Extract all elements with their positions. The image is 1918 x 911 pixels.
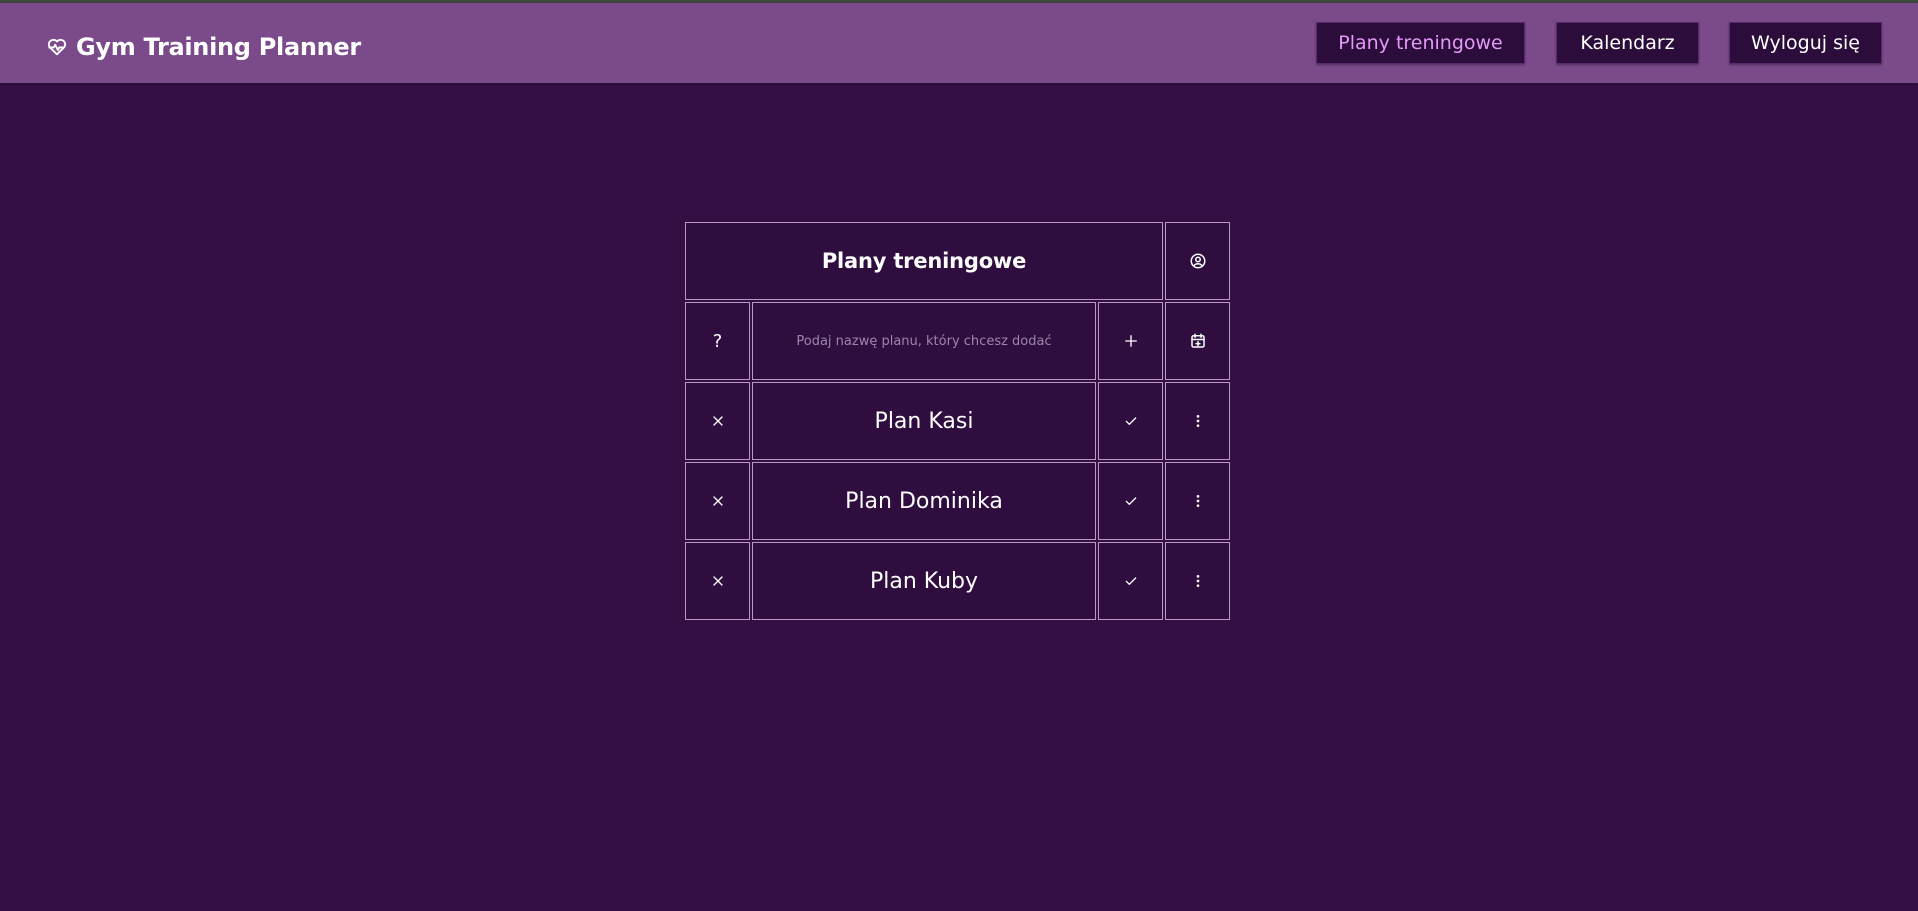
select-plan-button[interactable]	[1098, 382, 1163, 460]
delete-plan-button[interactable]	[685, 382, 750, 460]
more-vertical-icon	[1196, 495, 1199, 507]
check-icon	[1125, 497, 1136, 505]
select-plan-button[interactable]	[1098, 462, 1163, 540]
plan-name[interactable]: Plan Kasi	[752, 382, 1096, 460]
calendar-add-button[interactable]	[1165, 302, 1230, 380]
check-icon	[1125, 417, 1136, 425]
nav-plans-button[interactable]: Plany treningowe	[1316, 22, 1525, 64]
close-icon	[712, 576, 723, 586]
nav-logout-button[interactable]: Wyloguj się	[1729, 22, 1882, 64]
plan-menu-button[interactable]	[1165, 542, 1230, 620]
brand[interactable]: Gym Training Planner	[46, 33, 361, 61]
nav-calendar-button[interactable]: Kalendarz	[1556, 22, 1699, 64]
add-plan-button[interactable]	[1098, 302, 1163, 380]
user-circle-icon	[1190, 253, 1205, 269]
more-vertical-icon	[1196, 575, 1199, 587]
plans-grid: Plany treningowe ? Plan Kasi Plan Domini	[685, 222, 1231, 620]
check-icon	[1125, 577, 1136, 585]
more-vertical-icon	[1196, 415, 1199, 427]
plan-name[interactable]: Plan Dominika	[752, 462, 1096, 540]
app-title: Gym Training Planner	[76, 33, 361, 61]
delete-plan-button[interactable]	[685, 462, 750, 540]
close-icon	[712, 416, 723, 426]
plus-icon	[1124, 335, 1137, 347]
navbar: Gym Training Planner Plany treningowe Ka…	[0, 3, 1918, 83]
calendar-plus-icon	[1190, 333, 1205, 348]
plan-name-input[interactable]	[753, 302, 1095, 380]
plan-name[interactable]: Plan Kuby	[752, 542, 1096, 620]
panel-title: Plany treningowe	[685, 222, 1163, 300]
help-button[interactable]: ?	[685, 302, 750, 380]
plan-menu-button[interactable]	[1165, 382, 1230, 460]
plan-menu-button[interactable]	[1165, 462, 1230, 540]
plan-name-field[interactable]	[752, 302, 1096, 380]
profile-button[interactable]	[1165, 222, 1230, 300]
select-plan-button[interactable]	[1098, 542, 1163, 620]
delete-plan-button[interactable]	[685, 542, 750, 620]
heart-pulse-icon	[47, 38, 67, 56]
close-icon	[712, 496, 723, 506]
